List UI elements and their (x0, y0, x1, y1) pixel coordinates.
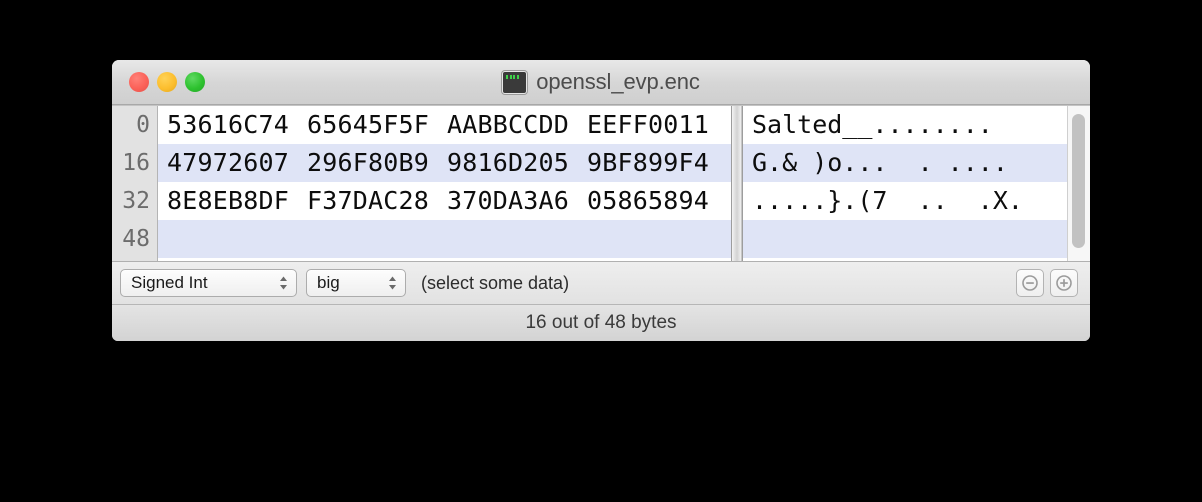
hex-group[interactable]: 296F80B9 (307, 148, 429, 177)
hex-group[interactable]: 370DA3A6 (447, 186, 569, 215)
plus-icon (1056, 275, 1072, 291)
ascii-pane[interactable]: Salted__........ G.& )o... . .... .....}… (743, 106, 1067, 261)
titlebar-center: openssl_evp.enc (112, 60, 1090, 104)
hex-group[interactable]: AABBCCDD (447, 110, 569, 139)
scrollbar-thumb[interactable] (1072, 114, 1085, 248)
hex-group[interactable]: F37DAC28 (307, 186, 429, 215)
minimize-button[interactable] (157, 72, 177, 92)
offset-label: 32 (122, 188, 150, 214)
hex-group[interactable]: 8E8EB8DF (167, 186, 289, 215)
ascii-row[interactable]: .....}.(7 .. .X. (743, 182, 1067, 220)
ascii-row[interactable]: Salted__........ (743, 106, 1067, 144)
hex-group[interactable]: 53616C74 (167, 110, 289, 139)
selection-hint: (select some data) (421, 272, 570, 293)
close-button[interactable] (129, 72, 149, 92)
ascii-row-empty[interactable] (743, 220, 1067, 258)
desktop-background: openssl_evp.enc 0 16 32 48 53616C74 65645… (0, 0, 1202, 502)
status-bar: 16 out of 48 bytes (112, 304, 1090, 341)
hex-row[interactable]: 47972607 296F80B9 9816D205 9BF899F4 (158, 144, 731, 182)
data-type-select[interactable]: Signed Int (120, 269, 297, 297)
status-text: 16 out of 48 bytes (525, 312, 677, 333)
vertical-scrollbar[interactable] (1067, 106, 1090, 261)
window-titlebar[interactable]: openssl_evp.enc (112, 60, 1090, 105)
ascii-row[interactable]: G.& )o... . .... (743, 144, 1067, 182)
hex-bytes-pane[interactable]: 53616C74 65645F5F AABBCCDD EEFF0011 4797260… (158, 106, 731, 261)
hex-editor-area: 0 16 32 48 53616C74 65645F5F AABBCCDD EEFF0… (112, 105, 1090, 261)
hex-row[interactable]: 53616C74 65645F5F AABBCCDD EEFF0011 (158, 106, 731, 144)
pane-splitter[interactable] (731, 106, 743, 261)
hex-group[interactable]: EEFF0011 (587, 110, 709, 139)
window-title: openssl_evp.enc (536, 69, 700, 94)
inspector-toolbar: Signed Int big (select some data) (112, 261, 1090, 304)
terminal-icon (502, 70, 528, 94)
toolbar-right-group (1016, 269, 1078, 297)
zoom-button[interactable] (185, 72, 205, 92)
minus-icon (1022, 275, 1038, 291)
hex-group[interactable]: 65645F5F (307, 110, 429, 139)
hex-editor-window: openssl_evp.enc 0 16 32 48 53616C74 65645… (112, 60, 1090, 341)
hex-row-empty[interactable] (158, 220, 731, 258)
data-type-value: Signed Int (131, 273, 208, 292)
hex-group[interactable]: 9BF899F4 (587, 148, 709, 177)
hex-group[interactable]: 9816D205 (447, 148, 569, 177)
zoom-out-button[interactable] (1016, 269, 1044, 297)
chevron-updown-icon (386, 274, 399, 292)
hex-group[interactable]: 05865894 (587, 186, 709, 215)
offset-label: 48 (122, 226, 150, 252)
hex-group[interactable]: 47972607 (167, 148, 289, 177)
offset-label: 16 (122, 150, 150, 176)
endianness-value: big (317, 273, 340, 292)
endianness-select[interactable]: big (306, 269, 406, 297)
offset-gutter: 0 16 32 48 (112, 106, 158, 261)
zoom-in-button[interactable] (1050, 269, 1078, 297)
chevron-updown-icon (277, 274, 290, 292)
offset-label: 0 (136, 112, 150, 138)
hex-row[interactable]: 8E8EB8DF F37DAC28 370DA3A6 05865894 (158, 182, 731, 220)
window-controls (129, 60, 205, 104)
